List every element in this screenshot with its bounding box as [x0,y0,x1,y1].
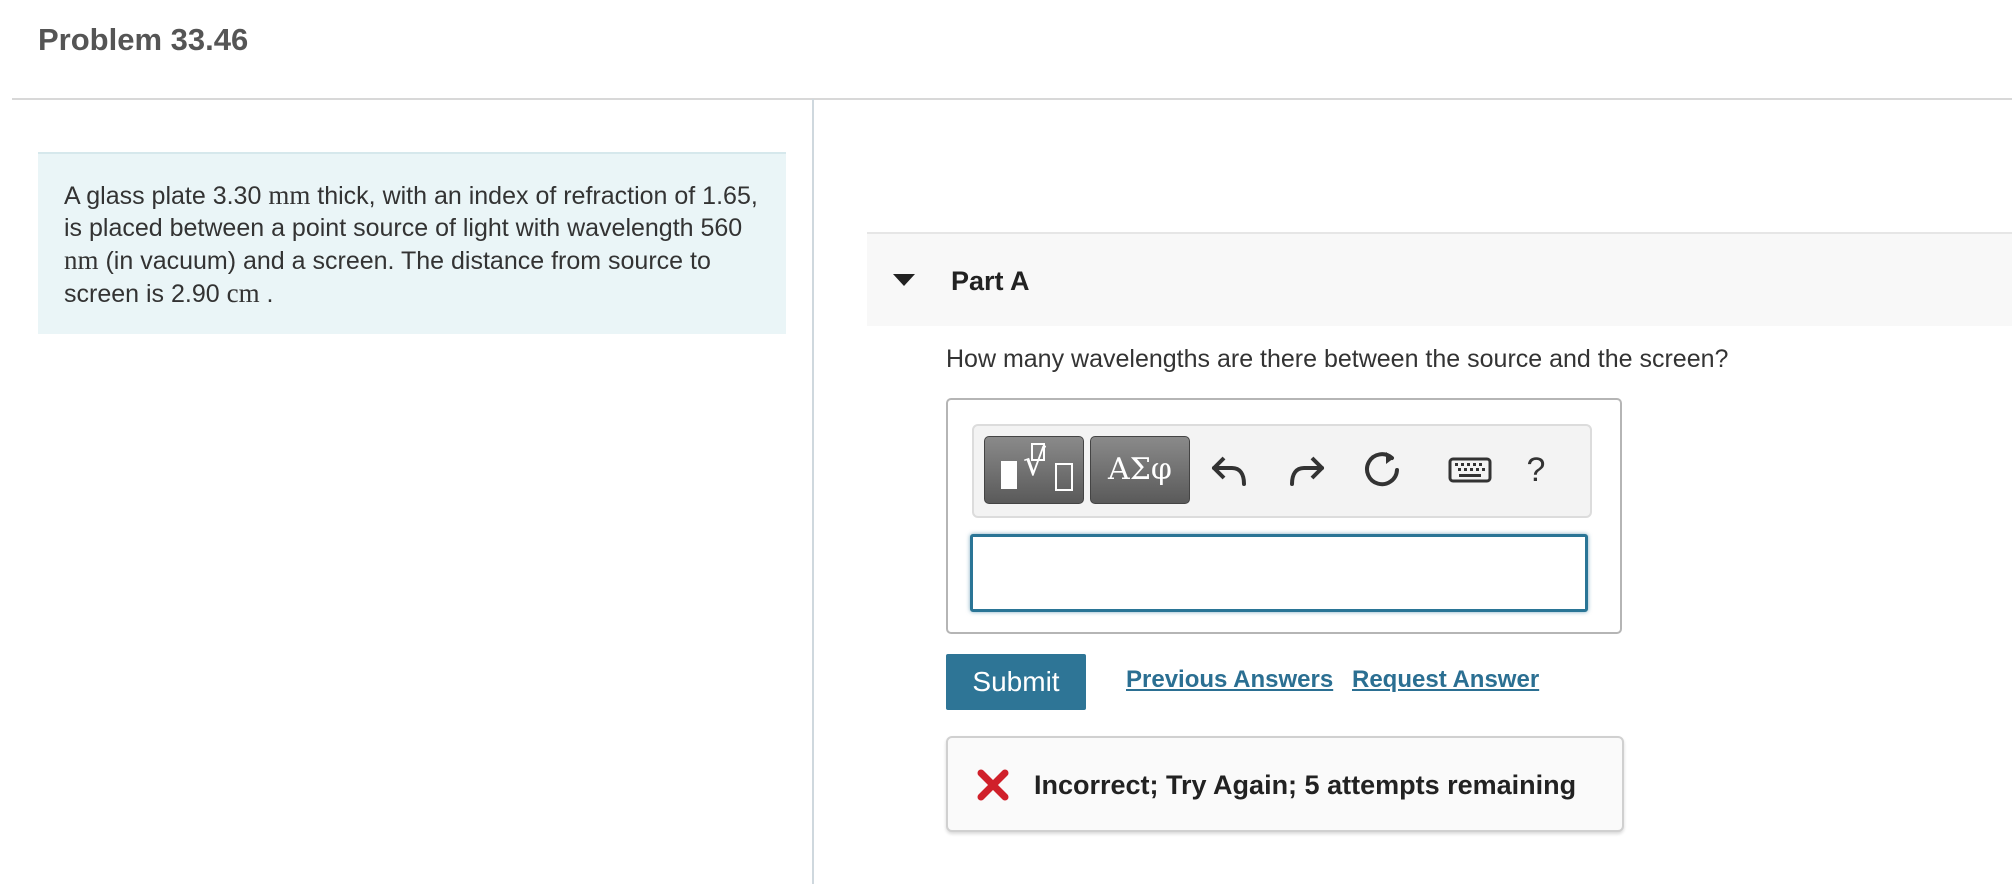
answer-input[interactable] [970,534,1588,612]
unit-nm: nm [64,245,99,275]
page-header: Problem 33.46 [0,0,2012,100]
incorrect-x-icon [977,769,1009,801]
collapse-caret-icon[interactable] [893,274,915,286]
answer-container: √ ΑΣφ ? [946,398,1622,634]
header-divider [12,98,2012,100]
problem-statement: A glass plate 3.30 mm thick, with an ind… [38,152,786,334]
help-icon[interactable]: ? [1514,446,1558,494]
previous-answers-link[interactable]: Previous Answers [1126,666,1333,694]
math-toolbar: √ ΑΣφ ? [972,424,1592,518]
feedback-text: Incorrect; Try Again; 5 attempts remaini… [1034,770,1577,800]
part-a-header[interactable]: Part A [867,232,2012,326]
unit-mm: mm [268,180,311,210]
templates-icon[interactable]: √ [984,436,1084,504]
part-title: Part A [951,266,1030,296]
keyboard-icon[interactable] [1446,446,1494,494]
problem-text: A glass plate 3.30 mm thick, with an ind… [64,180,758,308]
undo-icon[interactable] [1206,446,1254,494]
submit-button[interactable]: Submit [946,654,1086,710]
unit-cm: cm [226,278,260,308]
feedback-banner: Incorrect; Try Again; 5 attempts remaini… [946,736,1624,832]
page-title: Problem 33.46 [38,22,249,57]
column-divider [812,99,814,884]
question-text: How many wavelengths are there between t… [946,345,1729,373]
greek-letters-icon[interactable]: ΑΣφ [1090,436,1190,504]
reset-icon[interactable] [1358,446,1406,494]
request-answer-link[interactable]: Request Answer [1352,666,1539,694]
redo-icon[interactable] [1282,446,1330,494]
